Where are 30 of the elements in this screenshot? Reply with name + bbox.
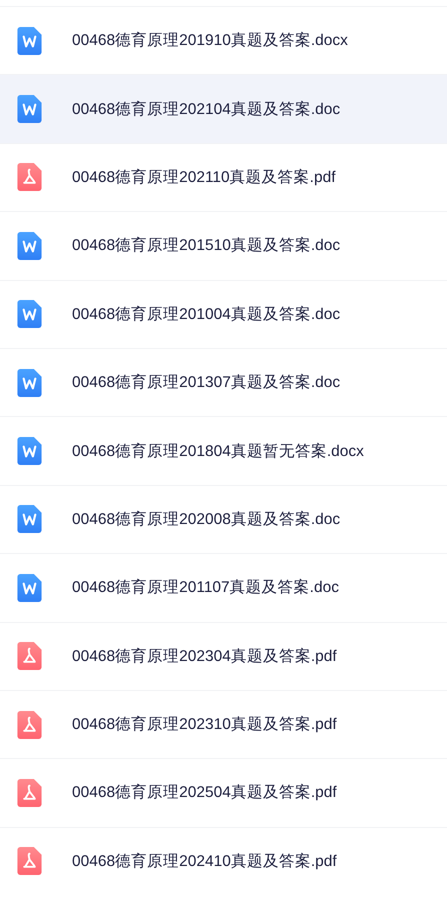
pdf-document-icon bbox=[17, 710, 42, 739]
file-name: 00468德育原理201910真题及答案.docx bbox=[72, 30, 348, 52]
file-name: 00468德育原理201107真题及答案.doc bbox=[72, 578, 339, 598]
word-document-icon bbox=[17, 574, 42, 602]
file-name: 00468德育原理201004真题及答案.doc bbox=[72, 304, 340, 325]
file-row[interactable]: 00468德育原理202104真题及答案.doc bbox=[0, 74, 447, 143]
word-document-icon bbox=[17, 95, 42, 124]
word-document-icon bbox=[17, 368, 42, 397]
word-document-icon bbox=[17, 232, 42, 260]
file-name: 00468德育原理202310真题及答案.pdf bbox=[72, 714, 337, 736]
file-row[interactable]: 00468德育原理201910真题及答案.docx bbox=[0, 6, 447, 74]
file-name: 00468德育原理202504真题及答案.pdf bbox=[72, 782, 337, 804]
pdf-document-icon bbox=[17, 778, 42, 807]
file-row[interactable]: 00468德育原理202310真题及答案.pdf bbox=[0, 690, 447, 758]
file-name: 00468德育原理201307真题及答案.doc bbox=[72, 372, 340, 394]
file-name: 00468德育原理202410真题及答案.pdf bbox=[72, 852, 337, 872]
word-document-icon bbox=[17, 437, 42, 466]
pdf-document-icon bbox=[17, 163, 42, 192]
file-name: 00468德育原理202304真题及答案.pdf bbox=[72, 646, 337, 667]
file-name: 00468德育原理201804真题暂无答案.docx bbox=[72, 442, 364, 462]
pdf-document-icon bbox=[17, 847, 42, 876]
file-name: 00468德育原理202110真题及答案.pdf bbox=[72, 168, 336, 188]
word-document-icon bbox=[17, 26, 42, 55]
file-name: 00468德育原理201510真题及答案.doc bbox=[72, 236, 340, 256]
word-document-icon bbox=[17, 505, 42, 534]
file-row[interactable]: 00468德育原理201307真题及答案.doc bbox=[0, 348, 447, 416]
pdf-document-icon bbox=[17, 642, 42, 670]
file-name: 00468德育原理202008真题及答案.doc bbox=[72, 510, 340, 530]
file-name: 00468德育原理202104真题及答案.doc bbox=[72, 100, 340, 120]
word-document-icon bbox=[17, 300, 42, 328]
